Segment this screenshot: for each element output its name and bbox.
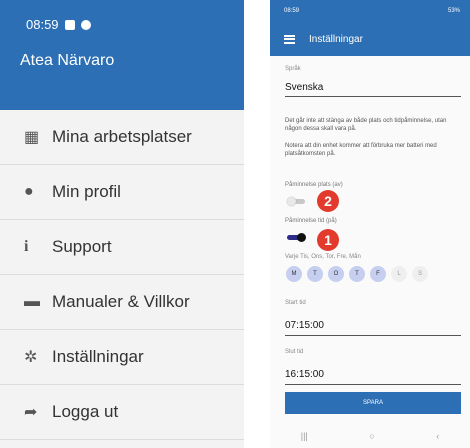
info-icon: i [24,238,29,255]
menu-item-label: Inställningar [52,347,144,366]
system-nav-bar: ||| ○ ‹ [270,424,470,448]
save-button[interactable]: SPARA [285,392,461,414]
org-name: Atea Närvaro [20,52,115,69]
place-reminder-toggle[interactable] [287,197,307,206]
sign-out-icon: ➦ [24,404,38,421]
spotify-icon [80,19,91,30]
language-select[interactable]: Svenska [285,82,323,93]
info-text-1: Det går inte att stänga av både plats oc… [285,118,447,132]
menu-item-label: Logga ut [52,402,119,421]
user-icon: ● [24,183,34,200]
back-icon[interactable]: ‹ [436,431,439,441]
days-label: Varje Tis, Ons, Tor, Fre, Mån [285,254,361,260]
home-icon[interactable]: ○ [369,431,374,441]
time-reminder-label: Påminnelse tid (på) [285,218,337,224]
menu-item-label: Manualer & Villkor [52,292,190,311]
start-time-label: Start tid [285,300,306,306]
weekday-picker: M T O T F L S [286,266,428,282]
info-text-2: Notera att din enhet kommer att förbruka… [285,143,437,157]
end-time-underline [285,384,461,385]
recents-icon[interactable]: ||| [301,431,308,441]
settings-screen: 08:59 53% Inställningar Språk Svenska De… [270,0,470,448]
time-reminder-toggle[interactable] [287,233,307,242]
callout-badge-2: 2 [317,190,339,212]
menu-item-profile[interactable]: ● Min profil [0,165,244,220]
gallery-icon [64,19,75,30]
status-bar: 08:59 [26,17,91,32]
menu-item-support[interactable]: i Support [0,220,244,275]
start-time-input[interactable]: 07:15:00 [285,320,324,331]
menu-item-label: Min profil [52,182,121,201]
menu-icon[interactable] [284,34,295,44]
drawer-header: 08:59 Atea Närvaro [0,0,244,110]
menu-item-label: Mina arbetsplatser [52,127,192,146]
day-chip-mon[interactable]: M [286,266,302,282]
day-chip-thu[interactable]: T [349,266,365,282]
gear-icon: ✲ [24,349,38,366]
book-icon: ▬ [24,293,40,310]
drawer-menu: ▦ Mina arbetsplatser ● Min profil i Supp… [0,110,244,440]
day-chip-tue[interactable]: T [307,266,323,282]
menu-item-settings[interactable]: ✲ Inställningar [0,330,244,385]
language-underline [285,96,461,97]
menu-item-logout[interactable]: ➦ Logga ut [0,385,244,440]
battery-level: 53% [447,8,460,14]
menu-item-manuals[interactable]: ▬ Manualer & Villkor [0,275,244,330]
place-reminder-label: Påminnelse plats (av) [285,182,343,188]
drawer-screen: 08:59 Atea Närvaro ▦ Mina arbetsplatser … [0,0,244,448]
page-title: Inställningar [309,33,363,45]
status-time: 08:59 [26,17,59,32]
day-chip-sat[interactable]: L [391,266,407,282]
menu-item-label: Support [52,237,112,256]
day-chip-wed[interactable]: O [328,266,344,282]
day-chip-sun[interactable]: S [412,266,428,282]
status-bar: 08:59 53% [270,0,470,22]
end-time-input[interactable]: 16:15:00 [285,369,324,380]
end-time-label: Slut tid [285,349,304,355]
day-chip-fri[interactable]: F [370,266,386,282]
callout-badge-1: 1 [317,229,339,251]
language-label: Språk [285,66,301,72]
menu-item-workplaces[interactable]: ▦ Mina arbetsplatser [0,110,244,165]
status-time: 08:59 [284,8,300,14]
start-time-underline [285,335,461,336]
app-bar: Inställningar [270,22,470,56]
building-icon: ▦ [24,129,40,146]
